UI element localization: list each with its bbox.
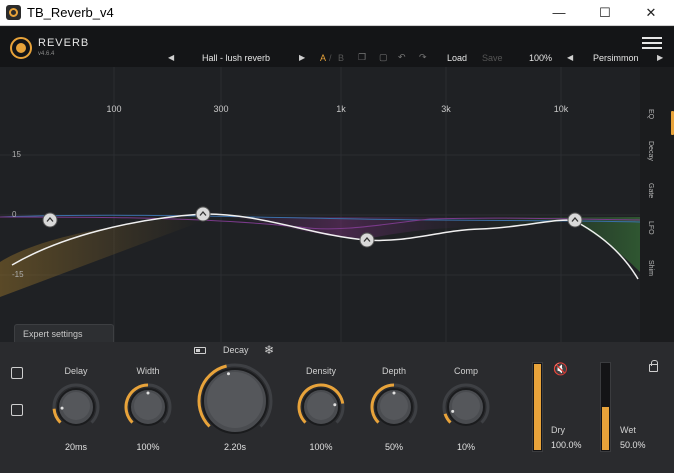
width-label: Width <box>136 366 160 376</box>
freeze-icon[interactable]: ❄ <box>264 343 274 357</box>
density-knob-cap <box>307 392 335 420</box>
ab-a-button[interactable]: A <box>320 53 326 63</box>
zoom-level[interactable]: 100% <box>529 53 552 63</box>
depth-knob-indicator <box>392 391 396 395</box>
randomize-dice-icon[interactable] <box>11 404 23 416</box>
decay-knob-indicator <box>226 372 230 376</box>
analyzer-icon[interactable] <box>11 367 23 379</box>
wet-meter-fill <box>602 407 609 450</box>
preset-name[interactable]: Hall - lush reverb <box>202 53 270 63</box>
eq-node[interactable] <box>359 232 375 248</box>
width-knob[interactable] <box>122 381 174 433</box>
density-knob-indicator <box>333 403 337 407</box>
undo-icon[interactable]: ↶ <box>398 52 406 63</box>
decay-value: 2.20s <box>223 442 247 452</box>
plugin-version: v4.6.4 <box>38 51 55 57</box>
minimize-button[interactable]: — <box>536 0 582 26</box>
eq-node-handle[interactable] <box>359 232 375 248</box>
eq-freq-label: 10k <box>553 104 569 114</box>
depth-knob[interactable] <box>368 381 420 433</box>
expert-settings-tab[interactable]: Expert settings <box>14 324 114 342</box>
app-icon <box>6 5 21 20</box>
delay-knob-indicator <box>60 406 64 410</box>
width-value: 100% <box>136 442 160 452</box>
eq-freq-label: 300 <box>213 104 229 114</box>
ab-b-button[interactable]: B <box>338 53 344 63</box>
ab-separator: / <box>329 53 332 63</box>
depth-value: 50% <box>384 442 403 452</box>
density-knob[interactable] <box>295 381 347 433</box>
decay-knob[interactable] <box>195 361 275 441</box>
eq-gain-label: -15 <box>12 270 24 279</box>
decay-label: Decay <box>223 345 249 355</box>
dry-value: 100.0% <box>551 440 582 450</box>
theme-prev-icon[interactable]: ◀ <box>567 53 573 62</box>
hamburger-menu-icon[interactable] <box>642 37 662 49</box>
comp-knob-indicator <box>451 409 455 413</box>
side-tabs: EQ Decay Gate LFO Shim <box>640 67 674 342</box>
delay-label: Delay <box>64 366 88 376</box>
theme-next-icon[interactable]: ▶ <box>657 53 663 62</box>
delay-value: 20ms <box>64 442 87 452</box>
maximize-button[interactable]: ☐ <box>582 0 628 26</box>
eq-node-handle[interactable] <box>195 206 211 222</box>
paste-icon[interactable]: ▢ <box>379 52 388 63</box>
density-label: Density <box>305 366 336 376</box>
theme-name[interactable]: Persimmon <box>593 53 639 63</box>
dry-meter[interactable] <box>532 362 543 452</box>
eq-gain-label: 0 <box>12 210 17 219</box>
eq-graph[interactable] <box>0 67 640 342</box>
side-tab-lfo[interactable]: LFO <box>647 221 654 249</box>
delay-knob-cap <box>62 392 90 420</box>
preset-bar: ◀ Hall - lush reverb ▶ A / B ❐ ▢ ↶ ↷ Loa… <box>160 52 670 67</box>
load-button[interactable]: Load <box>447 53 467 63</box>
eq-node[interactable] <box>42 212 58 228</box>
side-tab-decay[interactable]: Decay <box>647 141 654 169</box>
wet-meter[interactable] <box>600 362 611 452</box>
dry-meter-fill <box>534 364 541 450</box>
copy-icon[interactable]: ❐ <box>358 52 366 63</box>
eq-display[interactable]: 100 300 1k 3k 10k 15 0 -15 <box>0 67 640 342</box>
close-button[interactable]: ✕ <box>628 0 674 26</box>
lock-icon[interactable] <box>649 360 658 372</box>
window-title: TB_Reverb_v4 <box>27 5 114 20</box>
eq-freq-label: 100 <box>106 104 122 114</box>
eq-high-band-fill <box>480 217 640 272</box>
width-knob-indicator <box>146 391 150 395</box>
battery-icon[interactable] <box>194 347 206 354</box>
reverb-logo-icon <box>10 37 32 59</box>
wet-value: 50.0% <box>620 440 646 450</box>
eq-freq-label: 3k <box>441 104 451 114</box>
eq-node[interactable] <box>195 206 211 222</box>
plugin-name: REVERB <box>38 37 90 49</box>
depth-knob-cap <box>380 392 408 420</box>
density-value: 100% <box>309 442 333 452</box>
dry-label: Dry <box>551 425 565 435</box>
eq-freq-label: 1k <box>336 104 346 114</box>
mute-icon[interactable]: 🔇 <box>553 362 568 376</box>
eq-node[interactable] <box>567 212 583 228</box>
delay-knob[interactable] <box>50 381 102 433</box>
width-knob-cap <box>134 392 162 420</box>
window-titlebar: TB_Reverb_v4 — ☐ ✕ <box>0 0 674 26</box>
comp-knob-cap <box>452 392 480 420</box>
comp-value: 10% <box>456 442 475 452</box>
eq-node-handle[interactable] <box>567 212 583 228</box>
side-tab-shim[interactable]: Shim <box>647 260 654 288</box>
redo-icon[interactable]: ↷ <box>419 52 427 63</box>
comp-knob[interactable] <box>440 381 492 433</box>
preset-prev-icon[interactable]: ◀ <box>168 53 174 62</box>
decay-knob-cap <box>207 372 263 428</box>
eq-gain-label: 15 <box>12 150 21 159</box>
save-button[interactable]: Save <box>482 53 503 63</box>
side-tab-gate[interactable]: Gate <box>647 183 654 211</box>
comp-label: Comp <box>453 366 478 376</box>
side-tab-eq[interactable]: EQ <box>647 109 654 137</box>
wet-label: Wet <box>620 425 636 435</box>
depth-label: Depth <box>381 366 407 376</box>
eq-node-handle[interactable] <box>42 212 58 228</box>
preset-next-icon[interactable]: ▶ <box>299 53 305 62</box>
